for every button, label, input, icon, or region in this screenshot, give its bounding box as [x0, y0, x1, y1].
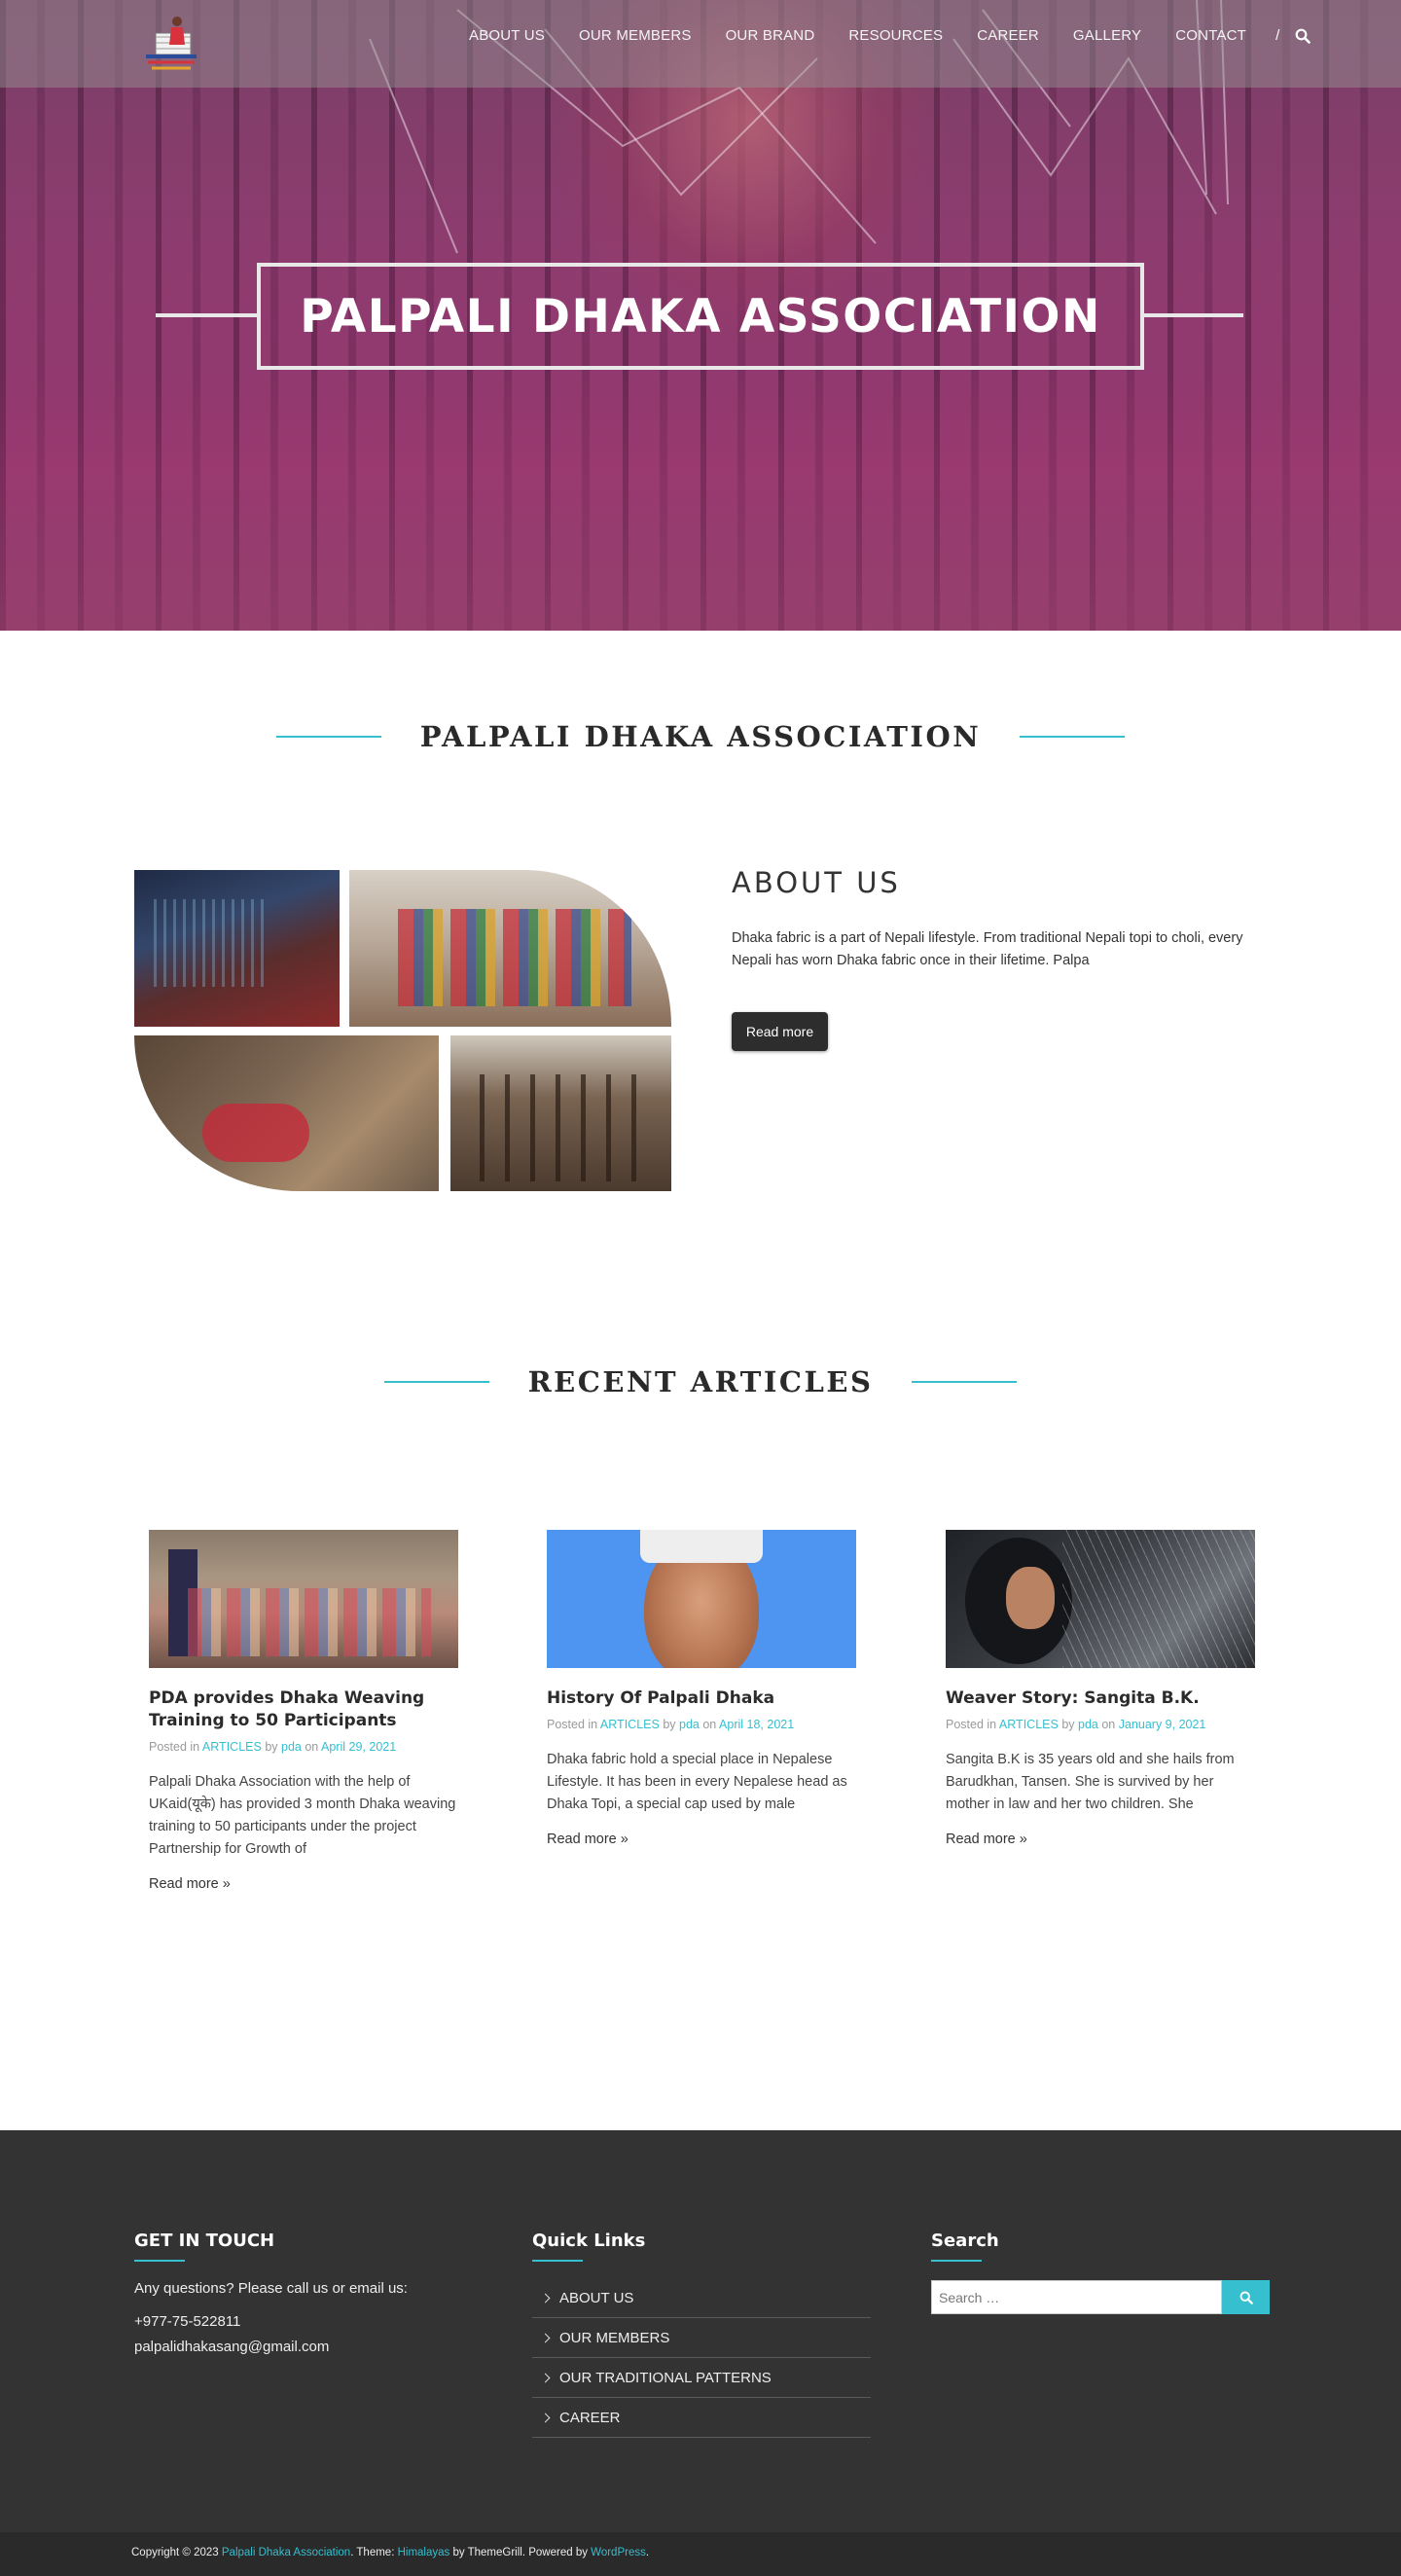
double-chevron-right-icon: » [222, 1876, 231, 1892]
title-right-rule [1020, 736, 1126, 738]
quick-link-career[interactable]: CAREER [532, 2398, 871, 2438]
nav-career[interactable]: CAREER [977, 27, 1039, 44]
article-card: PDA provides Dhaka Weaving Training to 5… [149, 1530, 458, 1892]
double-chevron-right-icon: » [1019, 1832, 1027, 1847]
article-excerpt: Sangita B.K is 35 years old and she hail… [946, 1752, 1235, 1812]
footer-search-title: Search [931, 2231, 999, 2251]
section-title-text: PALPALI DHAKA ASSOCIATION [419, 720, 982, 753]
footer-quick-links-title: Quick Links [532, 2231, 646, 2251]
article-read-more-link[interactable]: Read more » [149, 1876, 458, 1892]
copyright-text: Copyright © 2023 Palpali Dhaka Associati… [131, 2547, 650, 2558]
footer-contact-title: GET IN TOUCH [134, 2231, 275, 2251]
footer-contact-text: Any questions? Please call us or email u… [134, 2280, 408, 2297]
main-menu: ABOUT US OUR MEMBERS OUR BRAND RESOURCES… [469, 27, 1311, 44]
hero-title-left-rule [156, 313, 259, 317]
article-card: History Of Palpali Dhaka Posted in ARTIC… [547, 1530, 856, 1847]
about-photo-collage [134, 870, 671, 1191]
search-icon[interactable] [1295, 28, 1311, 44]
nav-separator: / [1275, 27, 1280, 44]
about-text: Dhaka fabric is a part of Nepali lifesty… [732, 930, 1243, 968]
about-read-more-button[interactable]: Read more [732, 1012, 828, 1051]
article-meta: Posted in ARTICLES by pda on April 29, 2… [149, 1740, 397, 1754]
footer-quick-links-list: ABOUT US OUR MEMBERS OUR TRADITIONAL PAT… [532, 2278, 871, 2438]
chevron-right-icon [540, 2293, 551, 2303]
hero-title-box: PALPALI DHAKA ASSOCIATION [257, 263, 1144, 370]
quick-link-traditional-patterns[interactable]: OUR TRADITIONAL PATTERNS [532, 2358, 871, 2398]
article-card: Weaver Story: Sangita B.K. Posted in ART… [946, 1530, 1255, 1847]
article-author-link[interactable]: pda [1078, 1718, 1098, 1731]
nav-our-brand[interactable]: OUR BRAND [726, 27, 815, 44]
nav-gallery[interactable]: GALLERY [1073, 27, 1141, 44]
copyright-wordpress-link[interactable]: WordPress [591, 2547, 646, 2558]
article-title[interactable]: History Of Palpali Dhaka [547, 1687, 856, 1710]
footer-email[interactable]: palpalidhakasang@gmail.com [134, 2339, 329, 2355]
photo-weaver-at-loom [134, 870, 340, 1027]
footer-search-button[interactable] [1222, 2280, 1270, 2314]
article-title[interactable]: PDA provides Dhaka Weaving Training to 5… [149, 1687, 458, 1732]
article-author-link[interactable]: pda [679, 1718, 700, 1731]
top-navigation-bar: ABOUT US OUR MEMBERS OUR BRAND RESOURCES… [0, 0, 1401, 88]
photo-loom-workshop [450, 1035, 671, 1191]
article-read-more-link[interactable]: Read more » [946, 1832, 1255, 1847]
nav-resources[interactable]: RESOURCES [848, 27, 943, 44]
article-date-link[interactable]: April 18, 2021 [719, 1718, 794, 1731]
article-category-link[interactable]: ARTICLES [600, 1718, 660, 1731]
title-left-rule [275, 736, 381, 738]
footer-title-underline [931, 2260, 982, 2262]
photo-woman-spinning [134, 1035, 439, 1191]
article-author-link[interactable]: pda [281, 1740, 302, 1754]
chevron-right-icon [540, 2413, 551, 2422]
copyright-theme-link[interactable]: Himalayas [398, 2547, 450, 2558]
quick-link-about-us[interactable]: ABOUT US [532, 2278, 871, 2318]
article-excerpt: Palpali Dhaka Association with the help … [149, 1774, 456, 1857]
article-thumbnail[interactable] [547, 1530, 856, 1668]
double-chevron-right-icon: » [620, 1832, 629, 1847]
hero-title: PALPALI DHAKA ASSOCIATION [300, 289, 1101, 344]
search-icon [1239, 2291, 1253, 2304]
article-excerpt: Dhaka fabric hold a special place in Nep… [547, 1752, 847, 1812]
article-thumbnail[interactable] [149, 1530, 458, 1668]
footer-phone[interactable]: +977-75-522811 [134, 2313, 240, 2330]
title-right-rule [912, 1381, 1018, 1383]
footer-title-underline [134, 2260, 185, 2262]
chevron-right-icon [540, 2333, 551, 2342]
article-thumbnail[interactable] [946, 1530, 1255, 1668]
nav-about-us[interactable]: ABOUT US [469, 27, 545, 44]
footer-search-input[interactable] [931, 2280, 1222, 2314]
copyright-site-link[interactable]: Palpali Dhaka Association [222, 2547, 350, 2558]
hero-title-frame: PALPALI DHAKA ASSOCIATION [156, 263, 1243, 370]
about-heading: ABOUT US [732, 866, 901, 899]
hero-title-right-rule [1140, 313, 1243, 317]
section-title-association: PALPALI DHAKA ASSOCIATION [0, 720, 1401, 753]
quick-link-our-members[interactable]: OUR MEMBERS [532, 2318, 871, 2358]
site-logo[interactable] [138, 12, 204, 76]
article-meta: Posted in ARTICLES by pda on January 9, … [946, 1718, 1206, 1731]
title-left-rule [383, 1381, 489, 1383]
article-date-link[interactable]: January 9, 2021 [1119, 1718, 1206, 1731]
photo-group-of-weavers [349, 870, 671, 1027]
section-title-text: RECENT ARTICLES [527, 1365, 874, 1398]
section-title-recent-articles: RECENT ARTICLES [0, 1365, 1401, 1398]
article-category-link[interactable]: ARTICLES [999, 1718, 1059, 1731]
article-category-link[interactable]: ARTICLES [202, 1740, 262, 1754]
article-read-more-link[interactable]: Read more » [547, 1832, 856, 1847]
nav-our-members[interactable]: OUR MEMBERS [579, 27, 692, 44]
footer-title-underline [532, 2260, 583, 2262]
article-title[interactable]: Weaver Story: Sangita B.K. [946, 1687, 1255, 1710]
article-meta: Posted in ARTICLES by pda on April 18, 2… [547, 1718, 795, 1731]
chevron-right-icon [540, 2373, 551, 2382]
nav-contact[interactable]: CONTACT [1175, 27, 1246, 44]
article-date-link[interactable]: April 29, 2021 [321, 1740, 396, 1754]
